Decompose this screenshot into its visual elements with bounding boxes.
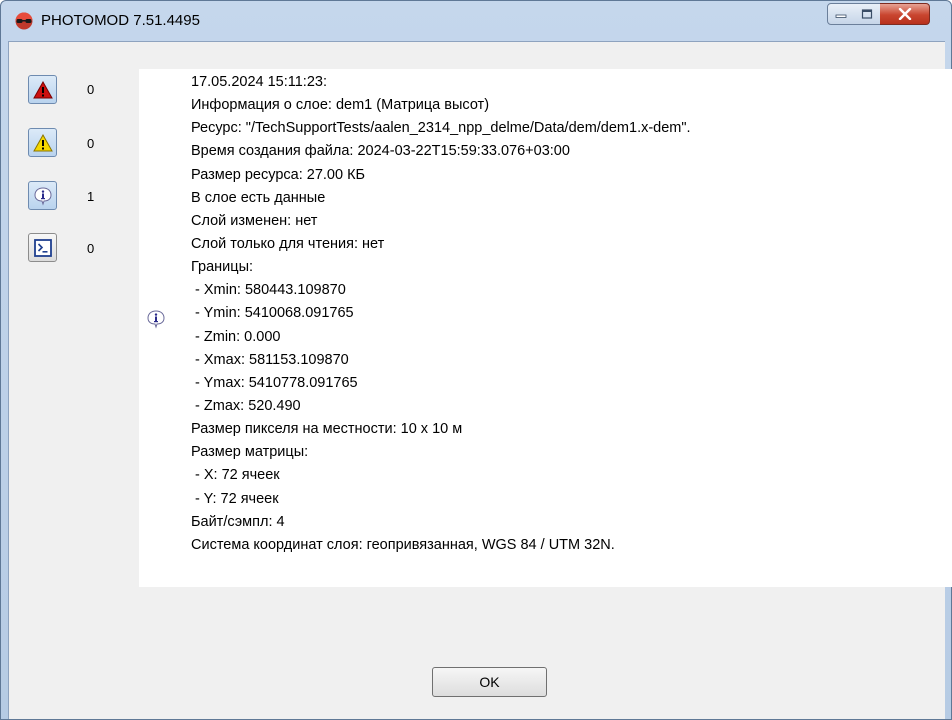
dialog-window: PHOTOMOD 7.51.4495 0 0 1 0 17.05.2024 15… <box>0 0 952 720</box>
log-line: - Zmax: 520.490 <box>191 397 301 414</box>
log-line: Границы: <box>191 259 254 276</box>
info-filter-button[interactable] <box>28 181 57 210</box>
log-line: Размер ресурса: 27.00 КБ <box>191 166 366 183</box>
log-line: - X: 72 ячеек <box>191 467 280 484</box>
log-line: - Ymin: 5410068.091765 <box>191 305 354 322</box>
maximize-icon <box>861 9 873 19</box>
log-line: Слой только для чтения: нет <box>191 235 385 252</box>
log-line: Байт/сэмпл: 4 <box>191 513 285 530</box>
console-icon <box>33 238 52 257</box>
log-line: - Xmin: 580443.109870 <box>191 282 346 299</box>
log-line: Ресурс: "/TechSupportTests/aalen_2314_np… <box>191 120 691 137</box>
photomod-logo-icon <box>15 12 33 30</box>
title-bar[interactable]: PHOTOMOD 7.51.4495 <box>1 1 951 41</box>
dialog-client-area: 0 0 1 0 17.05.2024 15:11:23: Информация … <box>8 41 952 719</box>
close-icon <box>898 8 911 20</box>
warnings-count: 0 <box>87 136 95 151</box>
log-line: - Y: 72 ячеек <box>191 490 279 507</box>
info-count: 1 <box>87 189 95 204</box>
maximize-button[interactable] <box>854 3 881 25</box>
errors-filter-button[interactable] <box>28 75 57 104</box>
log-line: В слое есть данные <box>191 189 326 206</box>
log-message-panel[interactable]: 17.05.2024 15:11:23: Информация о слое: … <box>139 69 952 587</box>
ok-button[interactable]: OK <box>432 667 547 697</box>
log-line: - Ymax: 5410778.091765 <box>191 374 358 391</box>
error-icon <box>32 80 53 98</box>
minimize-icon <box>835 14 847 18</box>
console-filter-button[interactable] <box>28 233 57 262</box>
log-line: - Xmax: 581153.109870 <box>191 351 349 368</box>
log-line: Информация о слое: dem1 (Матрица высот) <box>191 97 490 114</box>
log-message-text: 17.05.2024 15:11:23: Информация о слое: … <box>191 71 691 557</box>
log-line: 17.05.2024 15:11:23: <box>191 74 327 90</box>
info-icon <box>33 186 52 206</box>
window-title: PHOTOMOD 7.51.4495 <box>41 12 200 29</box>
errors-count: 0 <box>87 82 95 97</box>
log-line: - Zmin: 0.000 <box>191 328 281 345</box>
log-line: Время создания файла: 2024-03-22T15:59:3… <box>191 143 570 160</box>
warnings-filter-button[interactable] <box>28 128 57 157</box>
console-count: 0 <box>87 241 95 256</box>
log-line: Система координат слоя: геопривязанная, … <box>191 536 615 553</box>
log-line: Размер матрицы: <box>191 444 309 461</box>
info-icon <box>147 310 165 329</box>
warning-icon <box>32 133 53 151</box>
close-button[interactable] <box>880 3 930 25</box>
log-line: Размер пикселя на местности: 10 x 10 м <box>191 421 463 438</box>
minimize-button[interactable] <box>827 3 855 25</box>
log-line: Слой изменен: нет <box>191 212 318 229</box>
